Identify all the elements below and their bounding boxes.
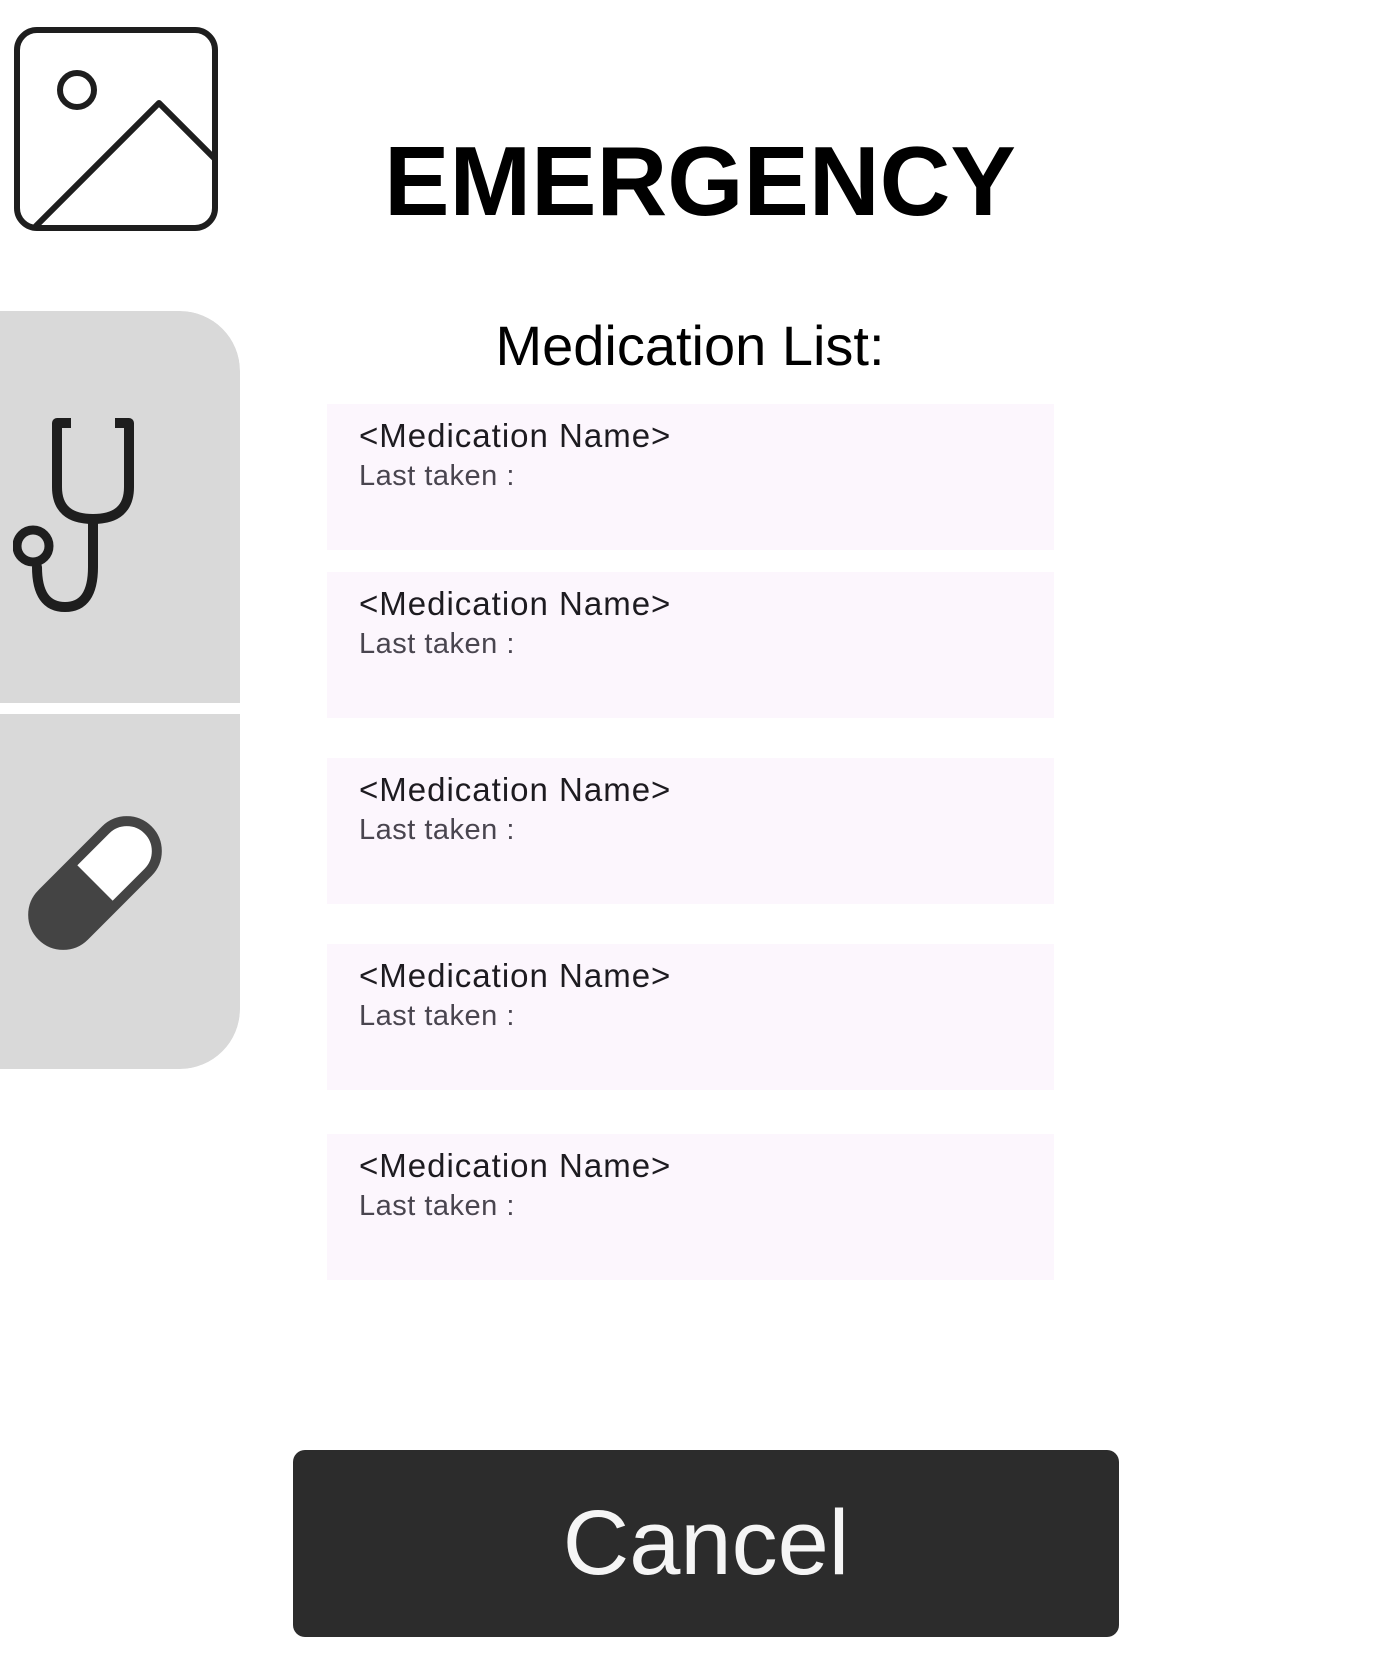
medication-list-heading: Medication List:	[495, 314, 885, 377]
medication-last-taken: Last taken :	[359, 1000, 515, 1032]
page-title: EMERGENCY	[384, 126, 1016, 236]
medication-name: <Medication Name>	[359, 1147, 672, 1184]
side-rail	[0, 311, 240, 1069]
stethoscope-icon	[12, 417, 153, 622]
medication-name: <Medication Name>	[359, 417, 672, 454]
rail-item-medications[interactable]	[0, 714, 240, 1069]
medication-name: <Medication Name>	[359, 957, 672, 994]
medication-last-taken: Last taken :	[359, 460, 515, 492]
rail-item-doctor[interactable]	[0, 311, 240, 703]
pill-icon	[10, 798, 180, 973]
medication-last-taken: Last taken :	[359, 628, 515, 660]
medication-list-item[interactable]: <Medication Name> Last taken :	[327, 404, 1054, 550]
medication-last-taken: Last taken :	[359, 814, 515, 846]
medication-list-item[interactable]: <Medication Name> Last taken :	[327, 572, 1054, 718]
medication-list-item[interactable]: <Medication Name> Last taken :	[327, 1134, 1054, 1280]
medication-name: <Medication Name>	[359, 771, 672, 808]
medication-last-taken: Last taken :	[359, 1190, 515, 1222]
cancel-button[interactable]: Cancel	[293, 1450, 1119, 1637]
medication-name: <Medication Name>	[359, 585, 672, 622]
medication-list-item[interactable]: <Medication Name> Last taken :	[327, 944, 1054, 1090]
medication-list-item[interactable]: <Medication Name> Last taken :	[327, 758, 1054, 904]
